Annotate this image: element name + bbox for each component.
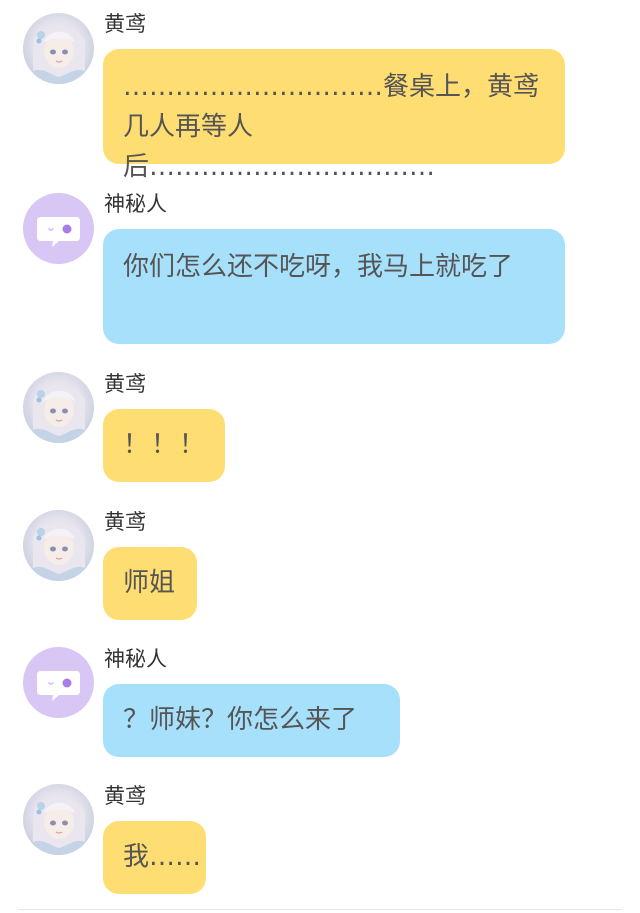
girl-avatar-icon	[33, 524, 85, 581]
bottom-divider	[18, 909, 622, 910]
message-bubble[interactable]: ！！！	[103, 409, 225, 482]
message-bubble[interactable]: 师姐	[103, 547, 197, 620]
message-bubble[interactable]: ？师妹？你怎么来了	[103, 684, 400, 757]
sender-name: 黄鸢	[104, 510, 146, 534]
sender-name: 黄鸢	[104, 12, 146, 36]
sender-name: 神秘人	[104, 192, 167, 216]
sender-name: 神秘人	[104, 647, 167, 671]
sender-name: 黄鸢	[104, 784, 146, 808]
chat-thread: 黄鸢 …………………………餐桌上，黄鸢几人再等人后…………………………… 神秘人…	[0, 0, 640, 913]
message-bubble[interactable]: 你们怎么还不吃呀，我马上就吃了	[103, 229, 565, 344]
avatar[interactable]	[23, 784, 94, 855]
message-bubble[interactable]: …………………………餐桌上，黄鸢几人再等人后……………………………	[103, 49, 565, 182]
girl-avatar-icon	[33, 27, 85, 84]
chat-bubble-face-icon	[37, 671, 80, 701]
avatar[interactable]	[23, 193, 94, 264]
avatar[interactable]	[23, 647, 94, 718]
avatar[interactable]	[23, 372, 94, 443]
sender-name: 黄鸢	[104, 372, 146, 396]
avatar[interactable]	[23, 13, 94, 84]
chat-bubble-face-icon	[37, 217, 80, 247]
avatar[interactable]	[23, 510, 94, 581]
girl-avatar-icon	[33, 798, 85, 855]
message-bubble[interactable]: 我……	[103, 821, 206, 894]
girl-avatar-icon	[33, 386, 85, 443]
